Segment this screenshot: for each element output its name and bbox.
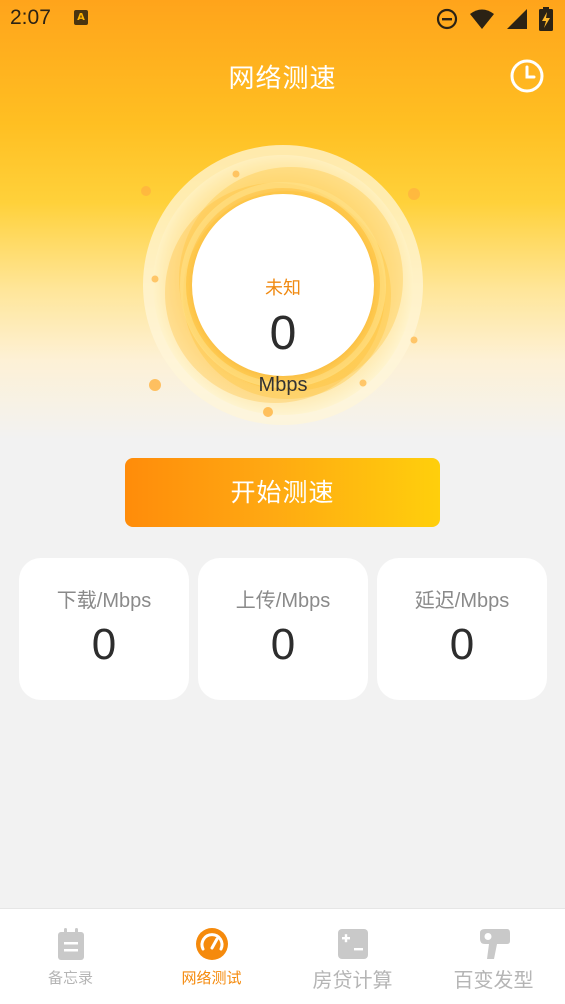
dnd-icon (436, 8, 457, 30)
clock-icon (510, 59, 544, 93)
wifi-icon (469, 9, 494, 29)
hair-dryer-icon (479, 929, 510, 959)
a-letter-icon: A (74, 10, 88, 25)
status-icons (430, 7, 553, 31)
upload-value: 0 (270, 620, 296, 669)
bottom-nav: 备忘录 网络测试 房贷计算 百变发型 (0, 908, 565, 1004)
nav-label-mortgage-calc: 房贷计算 (312, 968, 393, 992)
speedometer-icon (195, 928, 228, 960)
signal-icon (506, 9, 527, 29)
download-label: 下载/Mbps (56, 590, 152, 612)
latency-label: 延迟/Mbps (414, 590, 510, 612)
nav-label-hairstyle: 百变发型 (453, 968, 534, 992)
nav-item-mortgage-calc[interactable]: 房贷计算 (282, 909, 423, 1004)
battery-charging-icon (539, 7, 553, 31)
nav-label-network-test: 网络测试 (181, 969, 242, 987)
nav-label-memo: 备忘录 (47, 969, 93, 987)
download-value: 0 (91, 620, 117, 669)
upload-label: 上传/Mbps (235, 590, 331, 612)
speed-gauge: 未知 0 Mbps (141, 143, 425, 427)
speed-test-screen: 2:07 A 网络测速 未知 0 Mbps 开始测速 下载/Mbps 0 上传/… (0, 0, 565, 1004)
nav-item-memo[interactable]: 备忘录 (0, 909, 141, 1004)
nav-item-hairstyle[interactable]: 百变发型 (423, 909, 564, 1004)
status-bar: 2:07 A (0, 0, 565, 38)
download-stat-card: 下载/Mbps 0 (19, 558, 189, 700)
gauge-status: 未知 (265, 278, 301, 299)
latency-stat-card: 延迟/Mbps 0 (377, 558, 547, 700)
gauge-center: 未知 0 Mbps (192, 194, 374, 396)
gauge-unit: Mbps (258, 374, 308, 396)
start-test-button[interactable]: 开始测速 (125, 458, 440, 527)
upload-stat-card: 上传/Mbps 0 (198, 558, 368, 700)
status-time: 2:07 (10, 6, 51, 29)
nav-item-network-test[interactable]: 网络测试 (141, 909, 282, 1004)
calculator-icon (337, 929, 368, 959)
page-title: 网络测速 (228, 64, 337, 94)
history-button[interactable] (509, 58, 545, 94)
gauge-speed-value: 0 (269, 307, 297, 360)
notepad-icon (57, 928, 84, 960)
latency-value: 0 (449, 620, 475, 669)
